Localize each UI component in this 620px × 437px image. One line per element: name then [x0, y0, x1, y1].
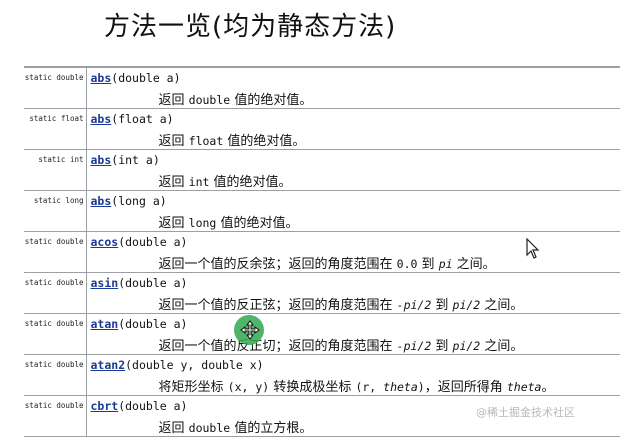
description-segment: long — [189, 216, 217, 230]
description-segment: pi — [439, 257, 453, 271]
description-segment: 之间。 — [453, 257, 496, 272]
method-modifier: static long — [24, 191, 86, 232]
method-signature: abs(double a) — [87, 68, 620, 85]
method-description: 返回一个值的反正切；返回的角度范围在 -pi/2 到 pi/2 之间。 — [159, 335, 620, 354]
method-description: 返回 int 值的绝对值。 — [159, 171, 620, 190]
method-params: (double y, double x) — [125, 358, 263, 372]
method-params: (double a) — [118, 317, 187, 331]
description-segment: 到 — [431, 339, 452, 354]
method-row: static floatabs(float a)返回 float 值的绝对值。 — [24, 109, 620, 150]
method-name-link[interactable]: abs — [91, 153, 112, 167]
method-description: 返回一个值的反正弦；返回的角度范围在 -pi/2 到 pi/2 之间。 — [159, 294, 620, 313]
description-segment: -pi/2 — [397, 339, 432, 353]
method-name-link[interactable]: abs — [91, 112, 112, 126]
method-signature: atan(double a) — [87, 314, 620, 331]
description-segment: theta — [383, 380, 418, 394]
description-segment: 值的绝对值。 — [216, 216, 298, 231]
description-segment: double — [189, 421, 231, 435]
description-segment: 返回一个值的反余弦；返回的角度范围在 — [159, 257, 397, 272]
slide-title: 方法一览(均为静态方法) — [104, 6, 396, 43]
description-segment: 值的绝对值。 — [209, 175, 291, 190]
method-description: 返回 double 值的绝对值。 — [159, 89, 620, 108]
method-row: static doubleatan2(double y, double x)将矩… — [24, 355, 620, 396]
description-segment: 到 — [431, 298, 452, 313]
description-segment: 0.0 — [397, 257, 418, 271]
method-params: (double a) — [118, 235, 187, 249]
description-segment: 到 — [417, 257, 438, 272]
method-params: (double a) — [118, 399, 187, 413]
method-params: (double a) — [111, 71, 180, 85]
description-segment: 值的立方根。 — [230, 421, 312, 436]
description-segment: 返回一个值的反正弦；返回的角度范围在 — [159, 298, 397, 313]
description-segment: 返回 — [159, 216, 189, 231]
method-name-link[interactable]: asin — [91, 276, 119, 290]
description-segment: theta — [507, 380, 542, 394]
method-name-link[interactable]: cbrt — [91, 399, 119, 413]
method-detail-cell: atan(double a) 返回一个值的反正切；返回的角度范围在 -pi/2 到… — [86, 314, 620, 355]
description-segment: (x, y) — [228, 380, 270, 394]
method-row: static doubleasin(double a)返回一个值的反正弦；返回的… — [24, 273, 620, 314]
description-segment: 值的绝对值。 — [230, 93, 312, 108]
method-params: (long a) — [111, 194, 166, 208]
description-segment: 返回 — [159, 421, 189, 436]
method-modifier: static double — [24, 67, 86, 109]
description-segment: 返回 — [159, 93, 189, 108]
method-name-link[interactable]: atan — [91, 317, 119, 331]
method-signature: atan2(double y, double x) — [87, 355, 620, 372]
method-detail-cell: abs(long a) 返回 long 值的绝对值。 — [86, 191, 620, 232]
method-detail-cell: abs(float a) 返回 float 值的绝对值。 — [86, 109, 620, 150]
method-signature: asin(double a) — [87, 273, 620, 290]
description-segment: pi/2 — [453, 339, 481, 353]
method-row: static intabs(int a)返回 int 值的绝对值。 — [24, 150, 620, 191]
description-segment: ) — [418, 380, 425, 394]
method-name-link[interactable]: abs — [91, 194, 112, 208]
method-detail-cell: atan2(double y, double x) 将矩形坐标 (x, y) 转换… — [86, 355, 620, 396]
method-signature: abs(float a) — [87, 109, 620, 126]
description-segment: 转换成极坐标 — [269, 380, 355, 395]
description-segment: 之间。 — [480, 339, 523, 354]
description-segment: 返回 — [159, 175, 189, 190]
method-modifier: static double — [24, 232, 86, 273]
description-segment: double — [189, 93, 231, 107]
method-name-link[interactable]: acos — [91, 235, 119, 249]
description-segment: 将矩形坐标 — [159, 380, 228, 395]
method-modifier: static double — [24, 396, 86, 437]
method-description: 返回 float 值的绝对值。 — [159, 130, 620, 149]
method-description: 返回一个值的反余弦；返回的角度范围在 0.0 到 pi 之间。 — [159, 253, 620, 272]
description-segment: 之间。 — [480, 298, 523, 313]
method-modifier: static int — [24, 150, 86, 191]
method-modifier: static double — [24, 314, 86, 355]
description-segment: -pi/2 — [397, 298, 432, 312]
description-segment: int — [189, 175, 210, 189]
move-cursor-icon — [240, 320, 260, 340]
method-row: static longabs(long a)返回 long 值的绝对值。 — [24, 191, 620, 232]
description-segment: 。 — [541, 380, 554, 395]
method-description: 将矩形坐标 (x, y) 转换成极坐标 (r, theta)，返回所得角 the… — [159, 376, 620, 395]
method-modifier: static float — [24, 109, 86, 150]
method-detail-cell: asin(double a) 返回一个值的反正弦；返回的角度范围在 -pi/2 到… — [86, 273, 620, 314]
method-name-link[interactable]: abs — [91, 71, 112, 85]
description-segment: float — [189, 134, 224, 148]
method-detail-cell: abs(int a)返回 int 值的绝对值。 — [86, 150, 620, 191]
method-params: (float a) — [111, 112, 173, 126]
description-segment: 返回一个值的反正切；返回的角度范围在 — [159, 339, 397, 354]
method-row: static doubleatan(double a)返回一个值的反正切；返回的… — [24, 314, 620, 355]
method-modifier: static double — [24, 355, 86, 396]
method-description: 返回 long 值的绝对值。 — [159, 212, 620, 231]
mouse-pointer-icon — [526, 238, 540, 260]
method-signature: abs(long a) — [87, 191, 620, 208]
description-segment: ，返回所得角 — [425, 380, 507, 395]
method-name-link[interactable]: atan2 — [91, 358, 126, 372]
method-signature: abs(int a) — [87, 150, 620, 167]
method-detail-cell: abs(double a) 返回 double 值的绝对值。 — [86, 67, 620, 109]
description-segment: pi/2 — [453, 298, 481, 312]
watermark: @稀土掘金技术社区 — [476, 404, 575, 420]
method-row: static doubleabs(double a)返回 double 值的绝对… — [24, 67, 620, 109]
description-segment: 值的绝对值。 — [223, 134, 305, 149]
description-segment: 返回 — [159, 134, 189, 149]
description-segment: (r, — [355, 380, 383, 394]
method-modifier: static double — [24, 273, 86, 314]
method-params: (int a) — [111, 153, 159, 167]
method-params: (double a) — [118, 276, 187, 290]
